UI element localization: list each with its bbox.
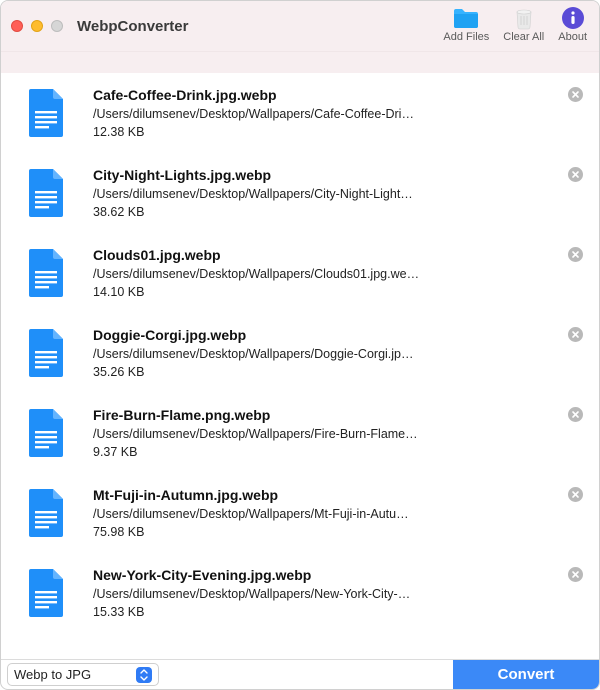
zoom-window-button[interactable] bbox=[51, 20, 63, 32]
file-path: /Users/dilumsenev/Desktop/Wallpapers/Caf… bbox=[93, 107, 433, 121]
subheader-bar bbox=[1, 51, 599, 73]
app-title: WebpConverter bbox=[77, 18, 188, 35]
file-meta: Clouds01.jpg.webp /Users/dilumsenev/Desk… bbox=[93, 247, 581, 299]
remove-file-button[interactable] bbox=[568, 327, 583, 342]
file-name: Mt-Fuji-in-Autumn.jpg.webp bbox=[93, 487, 581, 503]
close-icon bbox=[571, 410, 580, 419]
file-meta: Cafe-Coffee-Drink.jpg.webp /Users/dilums… bbox=[93, 87, 581, 139]
remove-file-button[interactable] bbox=[568, 407, 583, 422]
close-icon bbox=[571, 250, 580, 259]
trash-icon bbox=[510, 5, 538, 31]
close-icon bbox=[571, 90, 580, 99]
clear-all-button[interactable]: Clear All bbox=[503, 5, 544, 43]
titlebar: WebpConverter Add Files bbox=[1, 1, 599, 51]
file-row[interactable]: Cafe-Coffee-Drink.jpg.webp /Users/dilums… bbox=[1, 73, 599, 153]
file-path: /Users/dilumsenev/Desktop/Wallpapers/Fir… bbox=[93, 427, 433, 441]
format-select[interactable]: Webp to JPG bbox=[7, 663, 159, 686]
remove-file-button[interactable] bbox=[568, 487, 583, 502]
remove-file-button[interactable] bbox=[568, 87, 583, 102]
footer-bar: Webp to JPG Convert bbox=[1, 659, 599, 689]
file-row[interactable]: Fire-Burn-Flame.png.webp /Users/dilumsen… bbox=[1, 393, 599, 473]
add-files-button[interactable]: Add Files bbox=[443, 5, 489, 43]
file-path: /Users/dilumsenev/Desktop/Wallpapers/Cit… bbox=[93, 187, 433, 201]
clear-all-label: Clear All bbox=[503, 31, 544, 43]
file-size: 14.10 KB bbox=[93, 285, 581, 299]
file-row[interactable]: Mt-Fuji-in-Autumn.jpg.webp /Users/dilums… bbox=[1, 473, 599, 553]
close-window-button[interactable] bbox=[11, 20, 23, 32]
file-icon bbox=[25, 87, 69, 139]
file-icon bbox=[25, 327, 69, 379]
file-path: /Users/dilumsenev/Desktop/Wallpapers/New… bbox=[93, 587, 433, 601]
file-name: City-Night-Lights.jpg.webp bbox=[93, 167, 581, 183]
close-icon bbox=[571, 570, 580, 579]
file-icon bbox=[25, 167, 69, 219]
format-select-label: Webp to JPG bbox=[14, 667, 136, 682]
file-size: 9.37 KB bbox=[93, 445, 581, 459]
file-name: Cafe-Coffee-Drink.jpg.webp bbox=[93, 87, 581, 103]
remove-file-button[interactable] bbox=[568, 567, 583, 582]
file-name: Doggie-Corgi.jpg.webp bbox=[93, 327, 581, 343]
file-name: Clouds01.jpg.webp bbox=[93, 247, 581, 263]
convert-label: Convert bbox=[498, 666, 555, 683]
toolbar: Add Files Clear All bbox=[443, 5, 587, 43]
file-icon bbox=[25, 247, 69, 299]
file-meta: City-Night-Lights.jpg.webp /Users/dilums… bbox=[93, 167, 581, 219]
close-icon bbox=[571, 490, 580, 499]
file-row[interactable]: Doggie-Corgi.jpg.webp /Users/dilumsenev/… bbox=[1, 313, 599, 393]
footer-spacer bbox=[159, 660, 453, 689]
file-path: /Users/dilumsenev/Desktop/Wallpapers/Mt-… bbox=[93, 507, 433, 521]
close-icon bbox=[571, 170, 580, 179]
minimize-window-button[interactable] bbox=[31, 20, 43, 32]
file-size: 35.26 KB bbox=[93, 365, 581, 379]
file-icon bbox=[25, 487, 69, 539]
info-icon bbox=[559, 5, 587, 31]
file-size: 12.38 KB bbox=[93, 125, 581, 139]
file-list[interactable]: Cafe-Coffee-Drink.jpg.webp /Users/dilums… bbox=[1, 73, 599, 659]
about-button[interactable]: About bbox=[558, 5, 587, 43]
add-files-label: Add Files bbox=[443, 31, 489, 43]
file-name: New-York-City-Evening.jpg.webp bbox=[93, 567, 581, 583]
folder-icon bbox=[452, 5, 480, 31]
file-name: Fire-Burn-Flame.png.webp bbox=[93, 407, 581, 423]
file-meta: Fire-Burn-Flame.png.webp /Users/dilumsen… bbox=[93, 407, 581, 459]
file-row[interactable]: City-Night-Lights.jpg.webp /Users/dilums… bbox=[1, 153, 599, 233]
file-size: 15.33 KB bbox=[93, 605, 581, 619]
file-size: 75.98 KB bbox=[93, 525, 581, 539]
file-size: 38.62 KB bbox=[93, 205, 581, 219]
file-row[interactable]: Clouds01.jpg.webp /Users/dilumsenev/Desk… bbox=[1, 233, 599, 313]
file-row[interactable]: New-York-City-Evening.jpg.webp /Users/di… bbox=[1, 553, 599, 633]
remove-file-button[interactable] bbox=[568, 167, 583, 182]
app-window: WebpConverter Add Files bbox=[0, 0, 600, 690]
file-path: /Users/dilumsenev/Desktop/Wallpapers/Dog… bbox=[93, 347, 433, 361]
about-label: About bbox=[558, 31, 587, 43]
chevrons-icon bbox=[136, 667, 152, 683]
file-meta: Doggie-Corgi.jpg.webp /Users/dilumsenev/… bbox=[93, 327, 581, 379]
file-meta: New-York-City-Evening.jpg.webp /Users/di… bbox=[93, 567, 581, 619]
file-path: /Users/dilumsenev/Desktop/Wallpapers/Clo… bbox=[93, 267, 433, 281]
window-controls bbox=[11, 20, 63, 32]
convert-button[interactable]: Convert bbox=[453, 660, 599, 689]
remove-file-button[interactable] bbox=[568, 247, 583, 262]
file-meta: Mt-Fuji-in-Autumn.jpg.webp /Users/dilums… bbox=[93, 487, 581, 539]
file-icon bbox=[25, 407, 69, 459]
file-icon bbox=[25, 567, 69, 619]
close-icon bbox=[571, 330, 580, 339]
